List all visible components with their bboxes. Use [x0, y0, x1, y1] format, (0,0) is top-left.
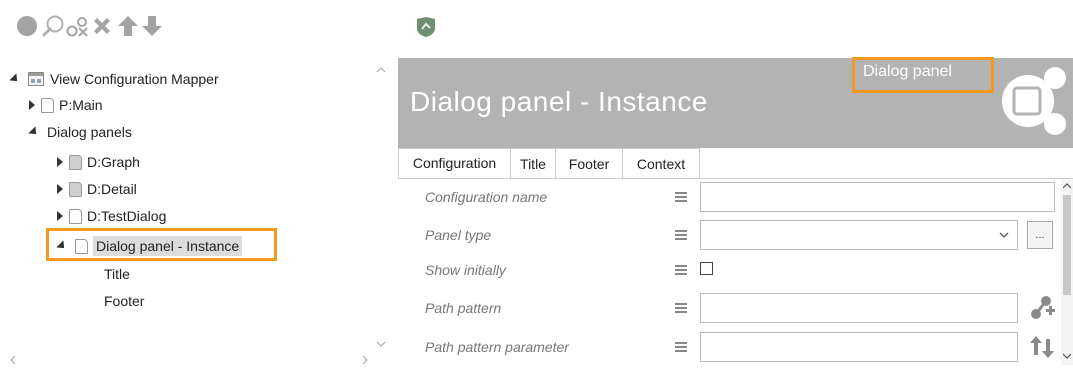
page-icon [41, 97, 54, 113]
share-icon [998, 66, 1070, 143]
tree-item-d-testdialog[interactable]: D:TestDialog [57, 203, 166, 229]
scroll-down-arrow[interactable] [1063, 353, 1071, 359]
right-toolbar [395, 0, 1073, 58]
panel-type-select[interactable] [700, 220, 1018, 250]
page-title: Dialog panel - Instance [410, 86, 708, 117]
left-toolbar [0, 0, 395, 58]
configuration-name-input[interactable] [700, 182, 1055, 212]
tree-item-dialog-panels[interactable]: Dialog panels [28, 119, 132, 145]
expand-icon[interactable] [29, 100, 35, 110]
tree-item-d-detail[interactable]: D:Detail [57, 176, 137, 202]
show-initially-checkbox[interactable] [700, 262, 713, 275]
menu-icon[interactable] [675, 342, 687, 353]
expand-icon[interactable] [57, 184, 63, 194]
page-icon [69, 154, 82, 170]
configuration-name-label: Configuration name [425, 189, 548, 205]
badge-highlight [852, 57, 994, 93]
scroll-thumb[interactable] [1063, 195, 1071, 295]
menu-icon[interactable] [675, 303, 687, 314]
tree-item-label: D:TestDialog [87, 208, 167, 224]
shield-icon[interactable] [415, 16, 437, 43]
tree-root[interactable]: View Configuration Mapper [9, 66, 219, 92]
tree-item-label: D:Graph [87, 154, 140, 170]
collapse-icon[interactable] [9, 73, 21, 85]
tree-item-label: Title [104, 266, 130, 282]
menu-icon[interactable] [675, 192, 687, 203]
tree-root-label: View Configuration Mapper [50, 71, 219, 87]
window-icon [28, 72, 44, 86]
tree-item-label: Dialog panels [47, 124, 132, 140]
move-down-icon[interactable] [139, 13, 165, 39]
expand-icon[interactable] [57, 157, 63, 167]
page-icon [69, 181, 82, 197]
chevron-down-icon [999, 232, 1009, 238]
sort-arrows-icon[interactable] [1028, 333, 1056, 366]
tree-item-footer[interactable]: Footer [104, 288, 144, 314]
tab-footer[interactable]: Footer [555, 148, 623, 178]
scroll-up-arrow[interactable] [376, 62, 386, 74]
scroll-left-arrow[interactable] [8, 352, 18, 365]
form-scrollbar[interactable] [1061, 179, 1073, 365]
tree-item-label: D:Detail [87, 181, 137, 197]
panel-type-browse-button[interactable]: ... [1027, 221, 1053, 249]
tree-item-d-graph[interactable]: D:Graph [57, 149, 140, 175]
tab-bar: Configuration Title Footer Context [398, 148, 1073, 179]
tab-context[interactable]: Context [622, 148, 700, 178]
show-initially-label: Show initially [425, 262, 506, 278]
tab-configuration[interactable]: Configuration [398, 148, 511, 178]
expand-icon[interactable] [57, 211, 63, 221]
tree-item-label: Footer [104, 293, 145, 309]
tree-view: View Configuration Mapper P:Main Dialog … [0, 58, 385, 365]
menu-icon[interactable] [675, 230, 687, 241]
panel-type-label: Panel type [425, 227, 492, 243]
unlink-icon[interactable] [65, 13, 91, 39]
path-pattern-input[interactable] [700, 293, 1018, 323]
menu-icon[interactable] [675, 265, 687, 276]
tree-item-p-main[interactable]: P:Main [29, 92, 103, 118]
page-icon [69, 208, 82, 224]
path-pattern-parameter-label: Path pattern parameter [425, 339, 569, 355]
record-icon[interactable] [14, 13, 40, 39]
move-up-icon[interactable] [115, 13, 141, 39]
search-icon[interactable] [40, 13, 66, 39]
delete-icon[interactable] [89, 13, 115, 39]
scroll-right-arrow[interactable] [360, 352, 370, 365]
path-pattern-label: Path pattern [425, 300, 502, 316]
scroll-down-arrow[interactable] [376, 336, 386, 348]
collapse-icon[interactable] [28, 126, 40, 138]
tree-item-title[interactable]: Title [104, 261, 130, 287]
scroll-up-arrow[interactable] [1063, 183, 1071, 189]
path-pattern-parameter-input[interactable] [700, 332, 1018, 362]
add-node-icon[interactable] [1028, 294, 1056, 327]
tree-item-label: P:Main [59, 97, 103, 113]
selection-highlight [46, 228, 277, 261]
tab-title[interactable]: Title [510, 148, 556, 178]
